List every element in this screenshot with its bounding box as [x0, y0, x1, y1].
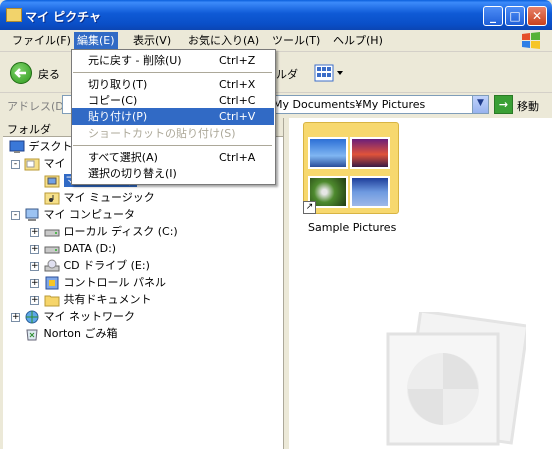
tree-label: CD ドライブ (E:) [63, 259, 150, 272]
control-panel-icon [45, 276, 59, 290]
tree-item-my-computer[interactable]: マイ コンピュータ [24, 206, 135, 223]
folder-icon [44, 295, 60, 307]
tree-item-shared-documents[interactable]: 共有ドキュメント [44, 291, 152, 308]
menu-item-shortcut: Ctrl+Z [219, 54, 256, 67]
folder-pane-title: フォルダ [7, 123, 51, 136]
go-arrow-icon[interactable]: → [494, 95, 513, 114]
menu-item-paste[interactable]: 貼り付け(P) Ctrl+V [72, 108, 274, 125]
my-pictures-watermark-icon [386, 312, 526, 446]
tree-expand-icon[interactable]: + [30, 279, 39, 288]
back-arrow-icon[interactable] [10, 62, 32, 84]
cd-drive-icon [44, 259, 60, 272]
window-title: マイ ピクチャ [25, 10, 102, 24]
minimize-button[interactable]: _ [483, 6, 503, 26]
tree-label: マイ ミュージック [63, 191, 155, 204]
tree-expand-icon[interactable]: + [30, 228, 39, 237]
chevron-down-icon[interactable]: ▼ [472, 96, 488, 113]
tree-item-recycle-bin[interactable]: Norton ごみ箱 [24, 325, 118, 342]
tree-expand-icon[interactable]: + [30, 296, 39, 305]
my-music-icon [44, 192, 60, 205]
menu-item-label: 貼り付け(P) [88, 110, 148, 123]
drive-icon [44, 246, 60, 254]
menu-item-label: ショートカットの貼り付け(S) [88, 127, 236, 140]
thumbnail-image [350, 137, 390, 169]
menu-edit[interactable]: 編集(E) [74, 32, 118, 49]
tree-collapse-icon[interactable]: - [11, 160, 20, 169]
menu-view[interactable]: 表示(V) [130, 32, 174, 49]
tree-expand-icon[interactable]: + [11, 313, 20, 322]
thumbnail-image [350, 176, 390, 208]
menu-item-copy[interactable]: コピー(C) Ctrl+C [71, 92, 276, 109]
tree-label: マイ コンピュータ [43, 208, 136, 221]
tree-label: マイ ネットワーク [43, 310, 136, 323]
tree-item-cd-drive[interactable]: CD ドライブ (E:) [44, 257, 150, 274]
tree-label: ローカル ディスク (C:) [63, 225, 178, 238]
close-button[interactable]: ✕ [527, 6, 547, 26]
menu-item-label: 元に戻す - 削除(U) [88, 54, 182, 67]
tree-item-control-panel[interactable]: コントロール パネル [44, 274, 166, 291]
menu-item-undo[interactable]: 元に戻す - 削除(U) Ctrl+Z [71, 52, 276, 69]
menu-item-label: コピー(C) [88, 94, 138, 107]
menu-separator [73, 145, 272, 146]
folder-icon [6, 8, 22, 22]
maximize-button[interactable]: □ [505, 6, 525, 26]
desktop-icon [9, 140, 25, 153]
menu-item-label: 選択の切り替え(I) [88, 167, 177, 180]
address-value[interactable]: My Documents¥My Pictures [273, 98, 425, 111]
tree-item-my-music[interactable]: マイ ミュージック [44, 189, 155, 206]
address-label: アドレス(D) [7, 100, 69, 113]
tree-item-data-drive[interactable]: DATA (D:) [44, 240, 116, 257]
folders-button-label[interactable]: ルダ [276, 66, 298, 82]
tree-expand-icon[interactable]: + [30, 262, 39, 271]
menu-item-invert-selection[interactable]: 選択の切り替え(I) [71, 165, 276, 182]
menu-item-cut[interactable]: 切り取り(T) Ctrl+X [71, 76, 276, 93]
tree-label: DATA (D:) [63, 242, 117, 255]
menu-item-shortcut: Ctrl+C [219, 94, 256, 107]
windows-logo-icon [522, 32, 540, 49]
tree-item-local-disk[interactable]: ローカル ディスク (C:) [44, 223, 178, 240]
menu-separator [73, 72, 272, 73]
tree-expand-icon[interactable]: + [30, 245, 39, 254]
menu-tools[interactable]: ツール(T) [269, 32, 323, 49]
menu-item-shortcut: Ctrl+V [219, 110, 256, 123]
tree-collapse-icon[interactable]: - [11, 211, 20, 220]
go-button-label[interactable]: 移動 [517, 98, 539, 114]
thumbnail-image [308, 137, 348, 169]
my-documents-icon [24, 158, 40, 171]
menu-item-label: 切り取り(T) [88, 78, 148, 91]
recycle-bin-icon [26, 329, 38, 341]
menu-favorites[interactable]: お気に入り(A) [185, 32, 262, 49]
my-computer-icon [25, 208, 39, 221]
local-disk-icon [44, 229, 60, 237]
menu-item-label: すべて選択(A) [88, 151, 158, 164]
menu-item-paste-shortcut: ショートカットの貼り付け(S) [71, 125, 276, 142]
my-pictures-icon [44, 175, 60, 188]
tree-item-my-network[interactable]: マイ ネットワーク [24, 308, 135, 325]
network-icon [25, 310, 39, 324]
menu-item-shortcut: Ctrl+A [219, 151, 256, 164]
folder-caption[interactable]: Sample Pictures [308, 221, 396, 234]
shortcut-arrow-icon: ↗ [303, 201, 316, 214]
tree-label: 共有ドキュメント [63, 293, 152, 306]
views-icon [314, 64, 343, 82]
menu-item-select-all[interactable]: すべて選択(A) Ctrl+A [71, 149, 276, 166]
views-button[interactable] [313, 62, 345, 84]
tree-label: Norton ごみ箱 [43, 327, 118, 340]
menu-help[interactable]: ヘルプ(H) [330, 32, 386, 49]
back-button-label[interactable]: 戻る [38, 66, 60, 82]
menu-file[interactable]: ファイル(F) [9, 32, 74, 49]
tree-label: コントロール パネル [63, 276, 167, 289]
menu-item-shortcut: Ctrl+X [219, 78, 256, 91]
